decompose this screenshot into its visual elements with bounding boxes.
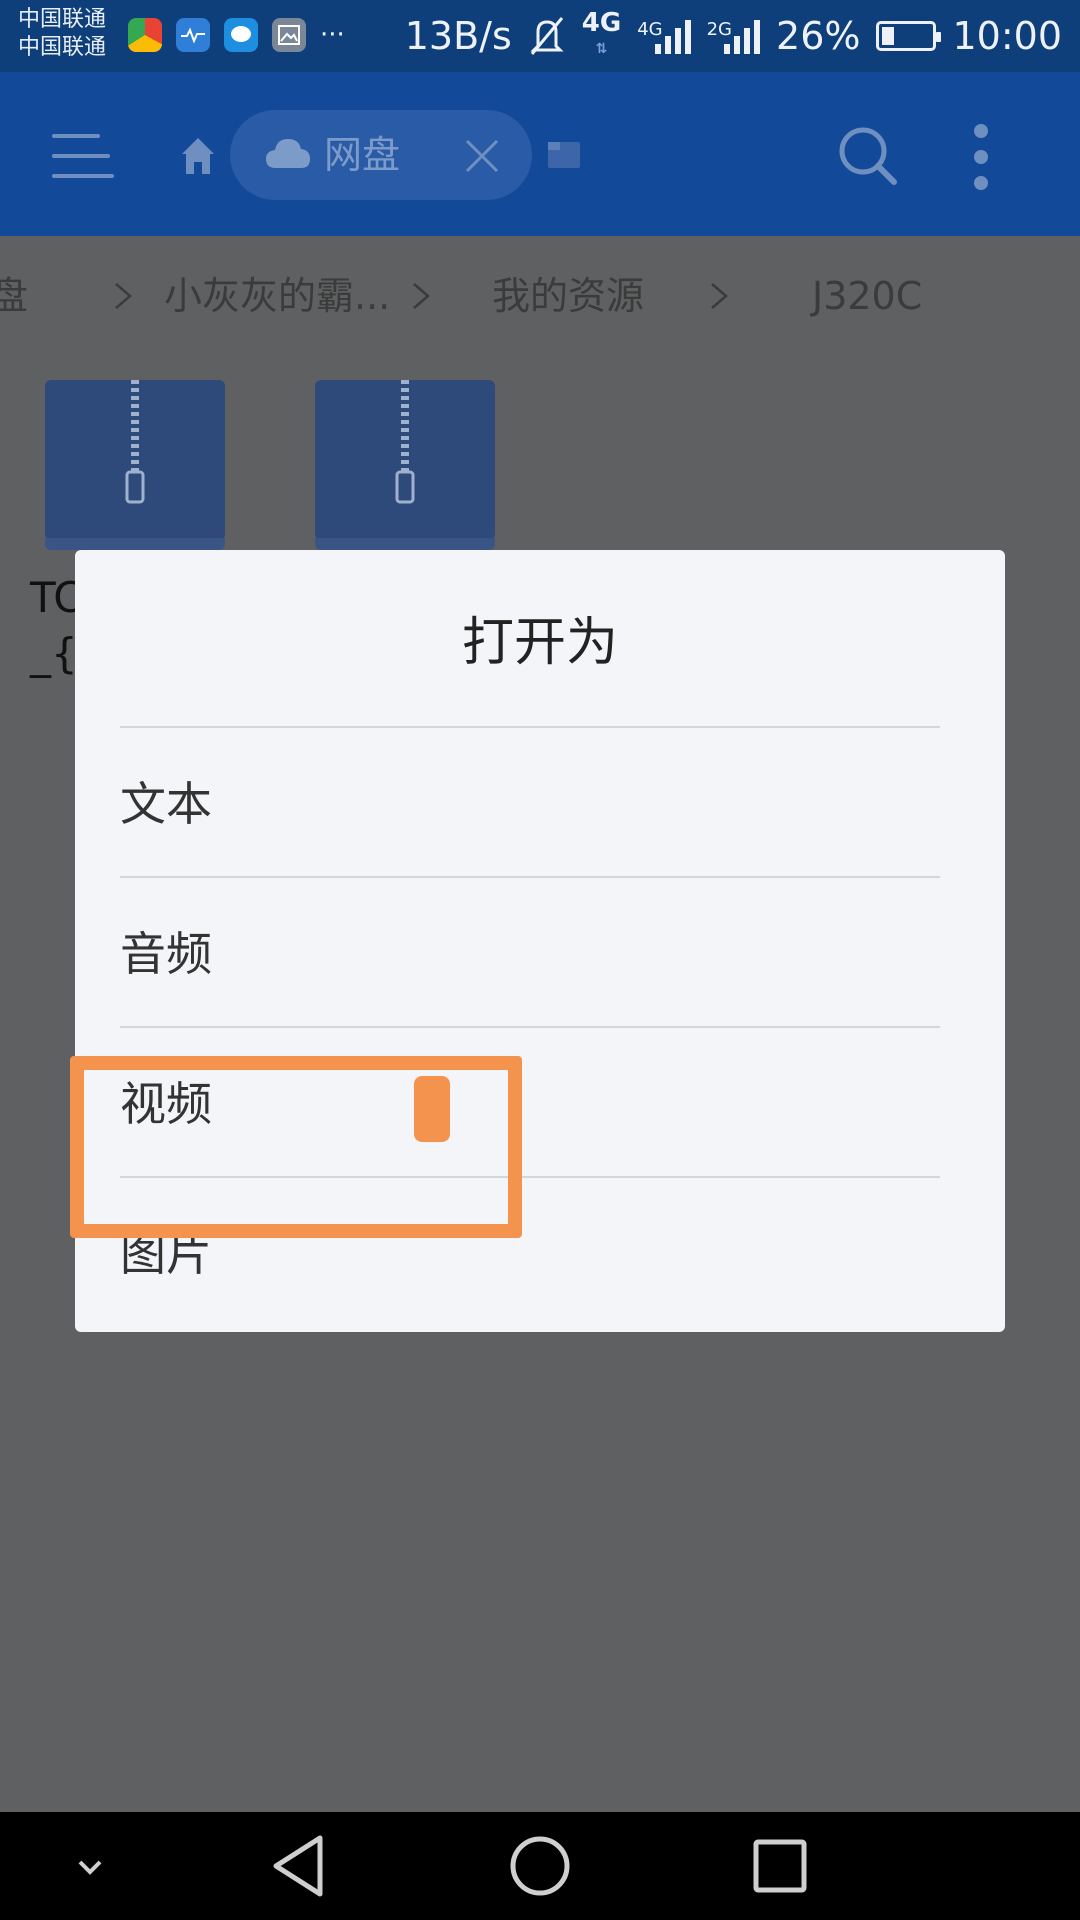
status-indicators: 13B/s 4G ⇅ 4G 2G 26% 10:00 xyxy=(405,8,1062,64)
tab-network-disk[interactable]: 网盘 xyxy=(230,110,532,200)
new-tab-icon[interactable] xyxy=(546,138,582,170)
chevron-right-icon xyxy=(711,283,728,309)
more-options-icon[interactable] xyxy=(970,124,992,190)
divider xyxy=(120,1026,940,1028)
signal-strength-1: 4G xyxy=(637,18,691,54)
message-app-icon xyxy=(224,18,258,52)
carrier-2: 中国联通 xyxy=(18,35,107,60)
battery-icon xyxy=(876,21,942,51)
hide-keyboard-icon[interactable] xyxy=(54,1830,126,1902)
status-bar: 中国联通 中国联通 ··· 13B/s 4G ⇅ 4G 2G 26% 10:00 xyxy=(0,0,1080,72)
battery-fill xyxy=(882,27,895,45)
carrier-labels: 中国联通 中国联通 xyxy=(18,6,106,62)
notification-icons: ··· xyxy=(128,18,345,52)
network-type-3: 2G xyxy=(706,19,733,40)
signal-strength-2: 2G xyxy=(706,18,761,54)
network-type-2: 4G xyxy=(637,19,663,40)
search-icon[interactable] xyxy=(836,124,900,188)
option-text[interactable]: 文本 xyxy=(120,730,940,878)
network-speed: 13B/s xyxy=(404,14,512,58)
carrier-1: 中国联通 xyxy=(18,7,107,32)
highlight-box xyxy=(70,1056,522,1238)
home-icon[interactable] xyxy=(180,136,216,176)
clock: 10:00 xyxy=(952,14,1062,58)
back-icon[interactable] xyxy=(264,1830,336,1902)
cloud-icon xyxy=(266,139,310,168)
system-nav-bar xyxy=(0,1812,1080,1920)
breadcrumb-item[interactable]: 小灰灰的霸... xyxy=(164,236,390,356)
zip-file-icon[interactable] xyxy=(315,380,497,550)
mute-icon xyxy=(530,17,564,55)
browser-app-icon xyxy=(128,18,162,52)
chevron-right-icon xyxy=(413,283,430,309)
recent-apps-icon[interactable] xyxy=(744,1830,816,1902)
home-button-icon[interactable] xyxy=(504,1830,576,1902)
breadcrumb-item[interactable]: 盘 xyxy=(0,236,28,356)
option-audio[interactable]: 音频 xyxy=(120,880,940,1028)
breadcrumb-item-current[interactable]: J320C xyxy=(812,236,922,356)
zip-file-icon[interactable] xyxy=(45,380,227,550)
divider xyxy=(120,876,940,878)
battery-percent: 26% xyxy=(776,14,861,58)
network-type-1-label: 4G xyxy=(581,8,622,38)
breadcrumb-item[interactable]: 我的资源 xyxy=(492,236,644,356)
data-arrows-icon: ⇅ xyxy=(595,41,608,57)
network-type-1: 4G ⇅ xyxy=(582,10,621,62)
highlight-marker xyxy=(414,1076,450,1142)
dialog-title: 打开为 xyxy=(461,613,618,673)
divider xyxy=(120,726,940,728)
breadcrumb: 盘 小灰灰的霸... 我的资源 J320C xyxy=(0,236,1080,356)
tab-label: 网盘 xyxy=(324,133,401,177)
gallery-app-icon xyxy=(272,18,306,52)
close-tab-icon[interactable] xyxy=(464,138,500,174)
chevron-right-icon xyxy=(115,283,132,309)
menu-icon[interactable] xyxy=(52,132,114,178)
more-notifications-icon: ··· xyxy=(320,20,345,50)
health-app-icon xyxy=(176,18,210,52)
app-toolbar: 网盘 xyxy=(0,72,1080,236)
